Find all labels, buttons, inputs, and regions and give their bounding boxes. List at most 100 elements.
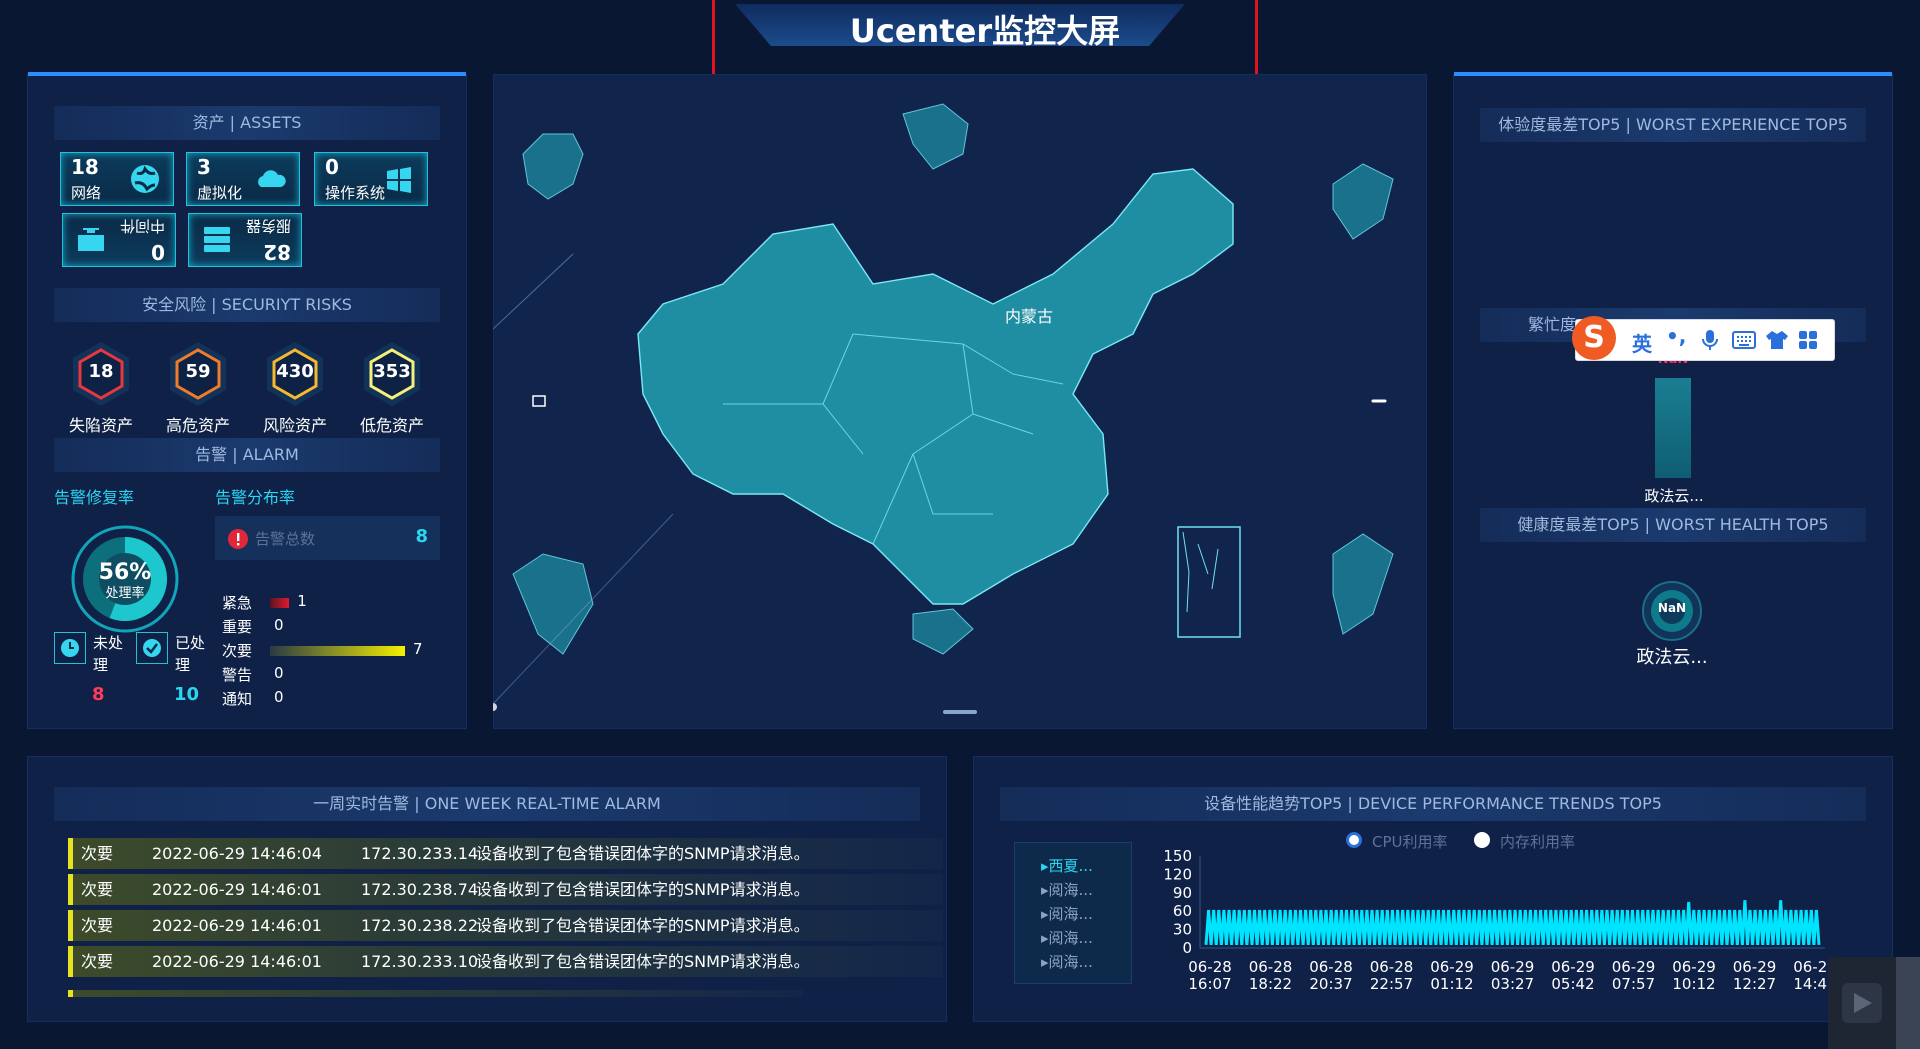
alarm-level-name: 通知 [222, 690, 253, 708]
repair-rate-label: 处理率 [105, 586, 145, 601]
x-tick-label: 18:22 [1249, 975, 1292, 993]
feed-row[interactable]: 次要 2022-06-29 14:46:01 172.30.238.74 设备收到了包… [68, 874, 943, 905]
feed-row[interactable]: 次要 2022-06-29 14:46:01 172.30.238.22 设备收到了包… [68, 910, 943, 941]
feed-time: 2022-06-29 14:46:01 [152, 880, 322, 899]
alarm-repair-title: 告警修复率 [54, 488, 135, 507]
monitor-icon [78, 228, 104, 251]
device-list-item[interactable]: ▸西夏... [1041, 855, 1093, 876]
map-square-marker[interactable] [532, 395, 546, 407]
x-tick-label: 06-29 [1551, 958, 1595, 976]
device-list: ▸西夏... ▸阅海... ▸阅海... ▸阅海... ▸阅海... [1014, 842, 1132, 984]
floating-player-widget[interactable] [1828, 957, 1920, 1049]
x-tick-label: 06-28 [1370, 958, 1414, 976]
clock-icon [61, 639, 79, 657]
check-circle-icon [143, 639, 161, 657]
alarm-level-value: 1 [297, 592, 307, 610]
feed-level: 次要 [81, 952, 114, 971]
alarm-level-name: 重要 [222, 618, 253, 636]
x-tick-label: 06-29 [1733, 958, 1777, 976]
risk-value-low: 353 [373, 361, 411, 382]
x-tick-label: 06-28 [1249, 958, 1293, 976]
risks-title: 安全风险 | SECURIYT RISKS [54, 288, 440, 322]
x-tick-label: 12:27 [1733, 975, 1776, 993]
x-tick-label: 14:42 [1793, 975, 1830, 993]
toolbox-grid-icon[interactable] [1798, 330, 1818, 350]
alarm-total-value: 8 [415, 526, 428, 547]
ime-toolbar[interactable]: S 英 •, [1572, 316, 1835, 361]
unhandled-label: 未处理 [93, 634, 124, 674]
risk-value-compromised: 18 [88, 361, 114, 382]
risk-label-compromised: 失陷资产 [68, 416, 133, 435]
play-icon[interactable] [1840, 981, 1884, 1025]
legend-cpu-radio[interactable] [1346, 832, 1362, 848]
alarm-level-value: 0 [274, 664, 284, 682]
y-tick-label: 120 [1163, 865, 1192, 883]
feed-level: 次要 [81, 880, 114, 899]
y-tick-label: 150 [1163, 848, 1192, 865]
cpu-series-line [1204, 900, 1821, 946]
ime-lang-toggle[interactable]: 英 [1632, 328, 1652, 357]
device-list-item[interactable]: ▸阅海... [1041, 903, 1093, 924]
alarm-distribution-title: 告警分布率 [215, 488, 296, 507]
feed-ip: 172.30.233.10 [361, 952, 479, 971]
health-value: NaN [1657, 601, 1687, 615]
sogou-logo-icon[interactable]: S [1572, 316, 1616, 360]
alarm-title: 告警 | ALARM [54, 438, 440, 472]
device-list-item[interactable]: ▸阅海... [1041, 927, 1093, 948]
worst-experience-title: 体验度最差TOP5 | WORST EXPERIENCE TOP5 [1480, 108, 1866, 142]
alarm-level-value: 0 [274, 688, 284, 706]
asset-card-middleware[interactable]: 0 中间件 [62, 213, 176, 267]
risk-value-risk: 430 [276, 361, 314, 382]
x-tick-label: 03:27 [1491, 975, 1534, 993]
legend-mem-radio[interactable] [1474, 832, 1490, 848]
x-tick-label: 06-29 [1672, 958, 1716, 976]
x-tick-label: 06-29 [1491, 958, 1535, 976]
china-map[interactable] [493, 74, 1427, 729]
feed-row[interactable]: 次要 2022-06-29 14:46:01 172.30.233.10 设备收到了包… [68, 946, 943, 977]
map-region-label: 内蒙古 [1005, 307, 1054, 326]
feed-message: 设备收到了包含错误团体字的SNMP请求消息。 [476, 916, 810, 935]
x-tick-label: 20:37 [1309, 975, 1352, 993]
alert-icon [228, 529, 248, 549]
x-tick-label: 06-29 [1612, 958, 1656, 976]
device-list-item[interactable]: ▸阅海... [1041, 879, 1093, 900]
x-tick-label: 05:42 [1551, 975, 1594, 993]
feed-ip: 172.30.233.14 [361, 844, 479, 863]
feed-message: 设备收到了包含错误团体字的SNMP请求消息。 [476, 880, 810, 899]
feed-message: 设备收到了包含错误团体字的SNMP请求消息。 [476, 952, 810, 971]
server-icon [204, 227, 230, 252]
alarm-total-box: 告警总数 8 [215, 516, 440, 560]
widget-menu-handle[interactable] [1896, 957, 1920, 1049]
y-tick-label: 0 [1182, 939, 1192, 957]
ime-punct-toggle[interactable]: •, [1666, 324, 1686, 348]
asset-card-os[interactable]: 0 操作系统 [314, 152, 428, 206]
asset-card-virtualization[interactable]: 3 虚拟化 [186, 152, 300, 206]
device-list-item[interactable]: ▸阅海... [1041, 951, 1093, 972]
x-tick-label: 01:12 [1430, 975, 1473, 993]
risk-label-risk: 风险资产 [262, 416, 327, 435]
asset-card-network[interactable]: 18 网络 [60, 152, 174, 206]
alarm-level-value: 0 [274, 616, 284, 634]
keyboard-icon[interactable] [1732, 331, 1756, 349]
busy-name: 政法云... [1644, 487, 1704, 505]
alarm-total-label: 告警总数 [255, 530, 316, 548]
map-scroll-handle[interactable] [943, 710, 977, 714]
x-tick-label: 06-29 [1793, 958, 1830, 976]
skin-shirt-icon[interactable] [1766, 330, 1788, 350]
title-highlight-box [712, 0, 1258, 82]
feed-title: 一周实时告警 | ONE WEEK REAL-TIME ALARM [54, 787, 920, 821]
risk-label-low: 低危资产 [359, 416, 424, 435]
microphone-icon[interactable] [1701, 329, 1719, 351]
y-tick-label: 90 [1173, 884, 1192, 902]
alarm-level-bar [270, 646, 405, 656]
y-tick-label: 30 [1173, 921, 1192, 939]
x-tick-label: 16:07 [1188, 975, 1231, 993]
feed-time: 2022-06-29 14:46:01 [152, 916, 322, 935]
asset-card-server[interactable]: 82 服务器 [188, 213, 302, 267]
handled-value: 10 [174, 684, 200, 705]
feed-row[interactable]: 次要 2022-06-29 14:46:04 172.30.233.14 设备收到了包… [68, 838, 943, 869]
assets-title: 资产 | ASSETS [54, 106, 440, 140]
alarm-level-value: 7 [413, 640, 423, 658]
feed-time: 2022-06-29 14:46:01 [152, 952, 322, 971]
feed-level: 次要 [81, 916, 114, 935]
